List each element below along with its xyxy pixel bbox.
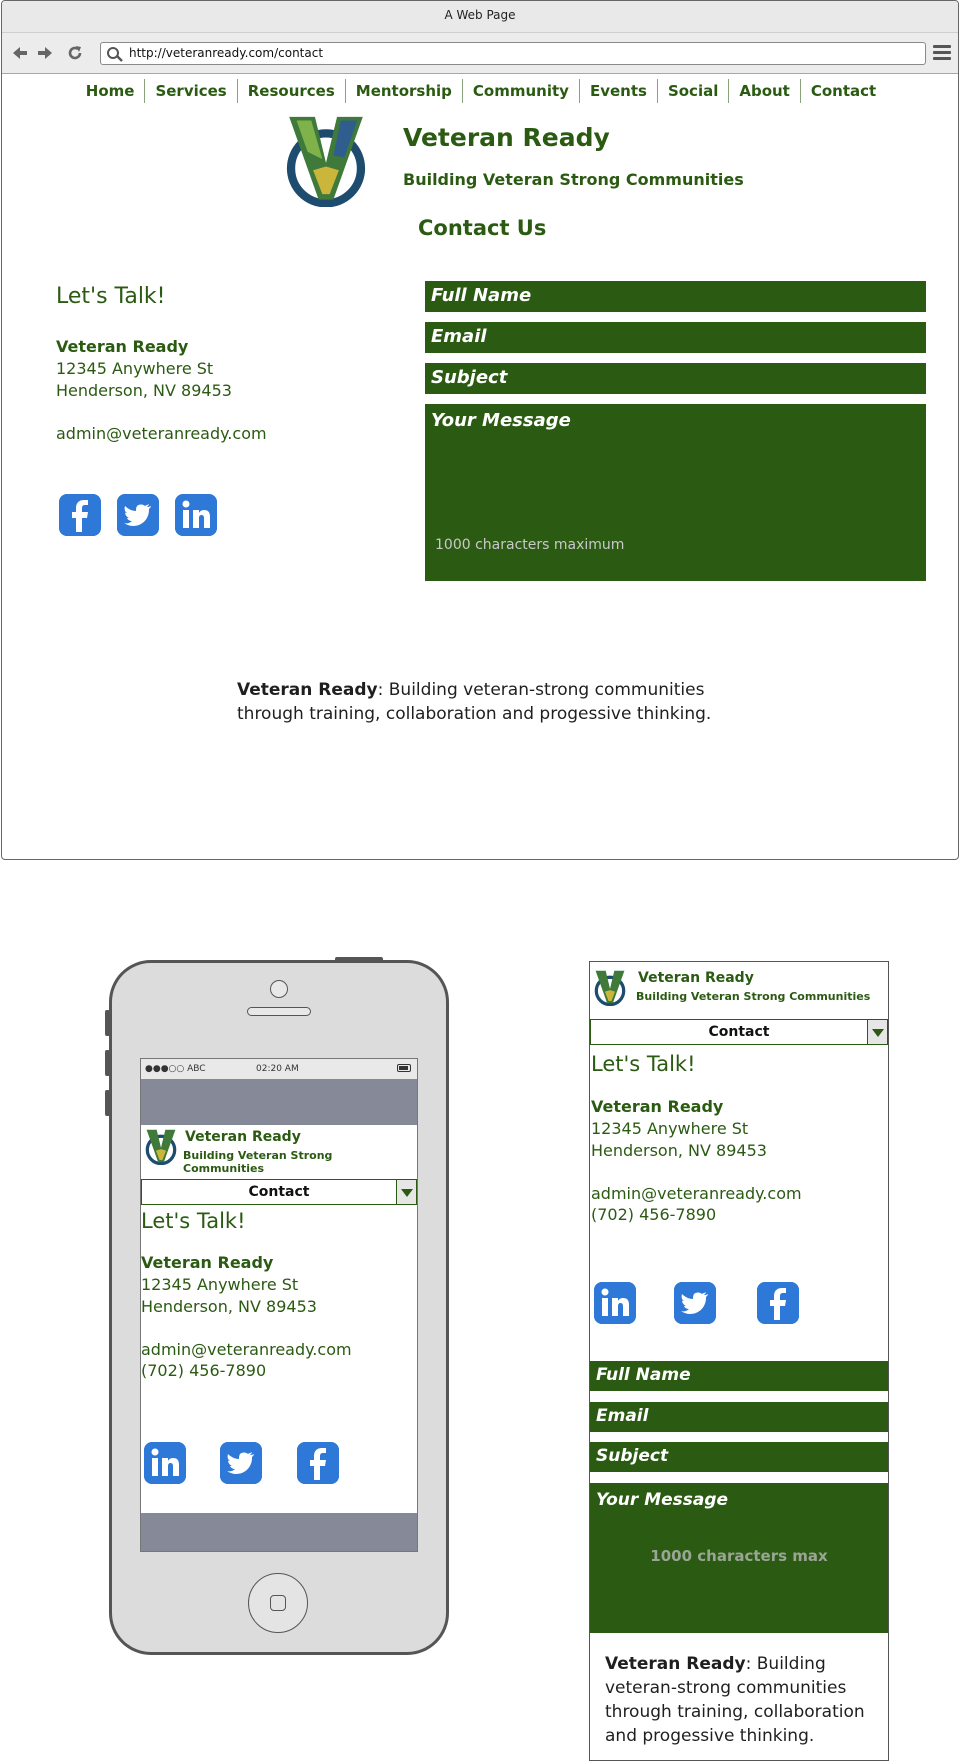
phone-camera: [270, 980, 288, 998]
contact-name: Veteran Ready: [56, 337, 189, 356]
contact-city: Henderson, NV 89453: [56, 381, 232, 400]
hamburger-menu-icon[interactable]: [933, 45, 951, 61]
veteran-ready-logo[interactable]: [592, 970, 628, 1006]
forward-arrow-icon[interactable]: [36, 44, 54, 62]
contact-street: 12345 Anywhere St: [591, 1119, 749, 1138]
phone-speaker: [247, 1007, 311, 1016]
contact-street: 12345 Anywhere St: [56, 359, 214, 378]
contact-email-link[interactable]: admin@veteranready.com: [56, 423, 267, 445]
message-placeholder: Your Message: [431, 410, 571, 431]
page-title: Contact Us: [418, 216, 547, 240]
mobile-layout-frame: Veteran Ready Building Veteran Strong Co…: [589, 961, 889, 1761]
window-title: A Web Page: [2, 1, 958, 33]
nav-item-social[interactable]: Social: [656, 79, 728, 103]
url-text: http://veteranready.com/contact: [129, 46, 324, 60]
message-placeholder: Your Message: [596, 1490, 729, 1510]
veteran-ready-logo[interactable]: [280, 115, 372, 207]
nav-item-contact[interactable]: Contact: [799, 79, 886, 103]
brand-subtitle: Building Veteran Strong Communities: [403, 170, 744, 189]
contact-city: Henderson, NV 89453: [591, 1141, 767, 1160]
browser-toolbar: http://veteranready.com/contact: [2, 33, 958, 74]
contact-street: 12345 Anywhere St: [141, 1275, 299, 1294]
contact-name: Veteran Ready: [141, 1253, 274, 1272]
message-field[interactable]: Your Message 1000 characters max: [590, 1483, 888, 1633]
brand-title: Veteran Ready: [185, 1129, 301, 1145]
email-field[interactable]: Email: [425, 322, 926, 353]
phone-bottom-band: [141, 1513, 417, 1551]
full-name-field[interactable]: Full Name: [425, 281, 926, 312]
search-icon: [107, 47, 123, 62]
contact-name: Veteran Ready: [591, 1097, 724, 1116]
back-arrow-icon[interactable]: [11, 44, 29, 62]
status-bar: ●●●○○ ABC 02:20 AM: [141, 1059, 417, 1079]
footer-tagline: Veteran Ready: Building veteran-strong c…: [237, 678, 737, 726]
page-select-dropdown[interactable]: Contact: [141, 1179, 417, 1205]
nav-item-home[interactable]: Home: [76, 79, 145, 103]
footer-brand: Veteran Ready: [237, 680, 378, 700]
lets-talk-heading: Let's Talk!: [591, 1052, 696, 1076]
nav-item-services[interactable]: Services: [144, 79, 236, 103]
twitter-icon[interactable]: [220, 1442, 262, 1484]
message-field[interactable]: Your Message 1000 characters maximum: [425, 404, 926, 581]
nav-item-events[interactable]: Events: [578, 79, 657, 103]
brand-subtitle: Building Veteran Strong Communities: [636, 990, 871, 1003]
contact-phone[interactable]: (702) 456-7890: [141, 1360, 266, 1382]
subject-field[interactable]: Subject: [590, 1442, 888, 1472]
lets-talk-heading: Let's Talk!: [56, 284, 166, 309]
site-navigation: Home Services Resources Mentorship Community…: [2, 79, 958, 107]
facebook-icon[interactable]: [297, 1442, 339, 1484]
contact-email-link[interactable]: admin@veteranready.com: [141, 1339, 352, 1361]
facebook-icon[interactable]: [757, 1282, 799, 1324]
message-limit-note: 1000 characters max: [650, 1547, 828, 1565]
chevron-down-icon: [396, 1180, 416, 1204]
status-time: 02:20 AM: [256, 1064, 299, 1074]
nav-item-community[interactable]: Community: [461, 79, 579, 103]
phone-screen: ●●●○○ ABC 02:20 AM Veteran Ready Buildin…: [140, 1058, 418, 1552]
battery-icon: [397, 1064, 411, 1072]
dropdown-selected-label: Contact: [708, 1024, 770, 1040]
linkedin-icon[interactable]: [175, 494, 217, 536]
brand-title: Veteran Ready: [403, 123, 610, 152]
brand-subtitle: Building Veteran Strong Communities: [183, 1149, 333, 1175]
linkedin-icon[interactable]: [144, 1442, 186, 1484]
home-square-icon: [270, 1595, 286, 1611]
lets-talk-heading: Let's Talk!: [141, 1209, 246, 1233]
page-select-dropdown[interactable]: Contact: [590, 1019, 888, 1045]
brand-title: Veteran Ready: [638, 970, 754, 986]
reload-icon[interactable]: [66, 44, 84, 62]
chevron-down-icon: [867, 1020, 887, 1044]
message-limit-note: 1000 characters maximum: [435, 537, 625, 553]
address-bar[interactable]: http://veteranready.com/contact: [100, 42, 926, 65]
contact-city: Henderson, NV 89453: [141, 1297, 317, 1316]
phone-top-band: [141, 1079, 417, 1125]
contact-phone[interactable]: (702) 456-7890: [591, 1204, 716, 1226]
dropdown-selected-label: Contact: [248, 1184, 310, 1200]
linkedin-icon[interactable]: [594, 1282, 636, 1324]
twitter-icon[interactable]: [117, 494, 159, 536]
subject-field[interactable]: Subject: [425, 363, 926, 394]
full-name-field[interactable]: Full Name: [590, 1361, 888, 1391]
nav-item-mentorship[interactable]: Mentorship: [344, 79, 462, 103]
veteran-ready-logo[interactable]: [143, 1129, 179, 1165]
footer-tagline: Veteran Ready: Building veteran-strong c…: [605, 1652, 880, 1748]
nav-item-resources[interactable]: Resources: [236, 79, 345, 103]
contact-email-link[interactable]: admin@veteranready.com: [591, 1183, 802, 1205]
twitter-icon[interactable]: [674, 1282, 716, 1324]
browser-window: A Web Page http://veteranready.com/conta…: [1, 0, 959, 860]
email-field[interactable]: Email: [590, 1402, 888, 1432]
facebook-icon[interactable]: [59, 494, 101, 536]
footer-brand: Veteran Ready: [605, 1654, 746, 1674]
signal-indicator: ●●●○○ ABC: [145, 1064, 206, 1074]
nav-item-about[interactable]: About: [728, 79, 800, 103]
